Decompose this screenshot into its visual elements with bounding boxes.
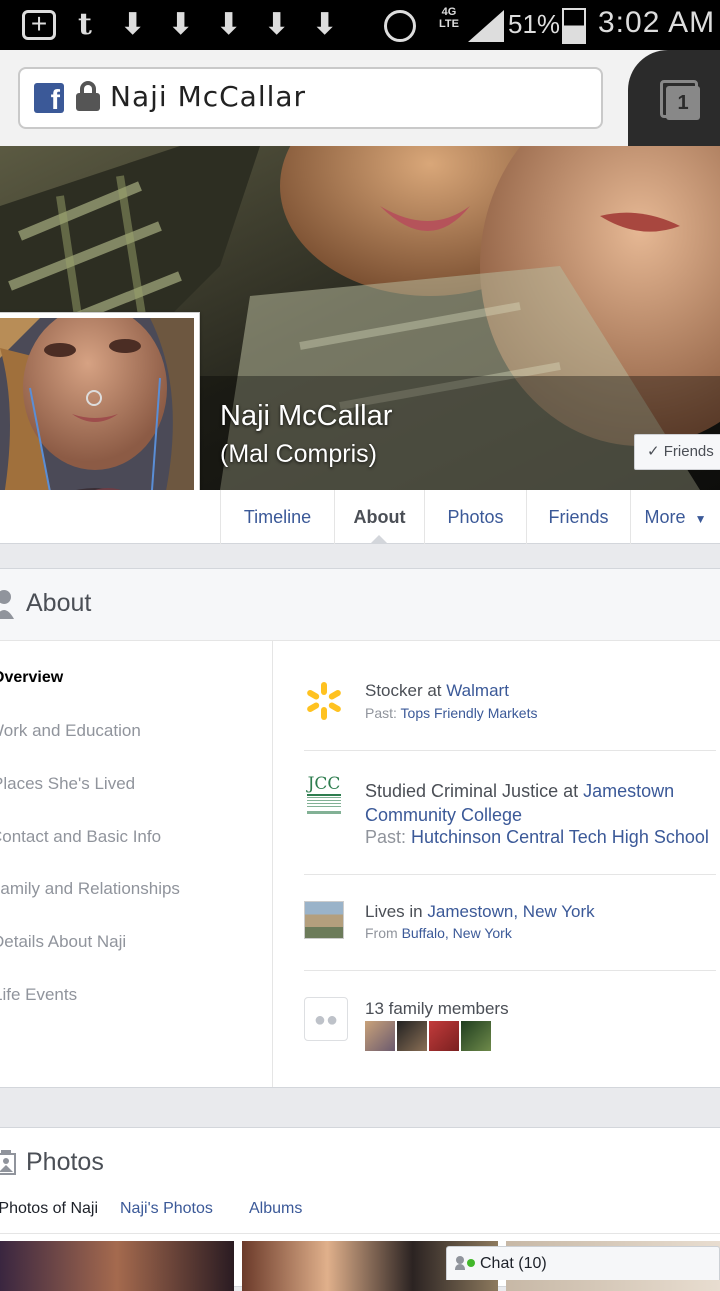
walmart-spark-icon [307, 682, 341, 720]
about-nav-details[interactable]: Details About Naji [0, 932, 126, 952]
chat-label: Chat (10) [480, 1255, 547, 1272]
download-icon: ⬇ [216, 8, 242, 41]
photos-tab-albums[interactable]: Albums [249, 1200, 302, 1218]
about-nav-life-events[interactable]: Life Events [0, 985, 77, 1005]
photos-tabs-underline [0, 1233, 720, 1234]
lock-icon [76, 81, 100, 111]
tab-timeline[interactable]: Timeline [220, 490, 334, 544]
divider [304, 970, 716, 971]
about-nav-contact-info[interactable]: Contact and Basic Info [0, 827, 161, 847]
online-indicator-icon [467, 1259, 475, 1267]
tabs-button[interactable]: 1 [628, 50, 720, 146]
notification-plus-icon: + [22, 10, 56, 40]
family-member-thumb[interactable] [429, 1021, 459, 1051]
work-past-line: Past: Tops Friendly Markets [365, 705, 537, 721]
photos-icon [0, 1150, 16, 1175]
past-employer-link[interactable]: Tops Friendly Markets [401, 705, 538, 721]
education-past-label: Past: [365, 827, 412, 847]
about-heading: About [26, 589, 92, 617]
about-nav-work-education[interactable]: Work and Education [0, 721, 141, 741]
address-bar[interactable]: f Naji McCallar [18, 67, 603, 129]
download-icon: ⬇ [168, 8, 194, 41]
family-member-thumb[interactable] [461, 1021, 491, 1051]
profile-alternate-name: (Mal Compris) [220, 440, 377, 468]
about-card: About Overview Work and Education Places… [0, 568, 720, 1088]
battery-percent: 51% [508, 9, 561, 39]
facebook-icon: f [34, 83, 64, 113]
tumblr-icon: t [78, 7, 92, 42]
tab-friends[interactable]: Friends [526, 490, 630, 544]
person-icon [0, 590, 14, 619]
status-bar: + t ⬇ ⬇ ⬇ ⬇ ⬇ 4G LTE 51% 3:02 AM [0, 0, 720, 50]
lives-line: Lives in Jamestown, New York [365, 902, 595, 922]
jcc-logo-text: JCC [307, 774, 341, 794]
signal-icon [468, 10, 504, 42]
city-thumbnail [304, 901, 344, 939]
tab-more[interactable]: More ▼ [630, 490, 720, 544]
about-nav-places-lived[interactable]: Places She's Lived [0, 774, 135, 794]
family-members-count[interactable]: 13 family members [365, 999, 509, 1019]
download-icon: ⬇ [312, 8, 338, 41]
browser-toolbar: f Naji McCallar 1 [0, 50, 720, 146]
download-icon: ⬇ [120, 8, 146, 41]
tab-more-label: More [644, 507, 686, 527]
chat-person-icon [455, 1256, 465, 1270]
profile-nav: Timeline About Photos Friends More ▼ [0, 490, 720, 544]
caret-down-icon: ▼ [694, 512, 707, 526]
group-icon: ●● [313, 1009, 339, 1031]
photos-heading: Photos [26, 1148, 104, 1176]
past-school-link[interactable]: Hutchinson Central Tech High School [411, 827, 709, 847]
network-type-label: 4G LTE [439, 6, 459, 30]
hometown-link[interactable]: Buffalo, New York [402, 925, 512, 941]
employer-link[interactable]: Walmart [446, 681, 509, 700]
work-line: Stocker at Walmart [365, 681, 509, 701]
photo-thumbnail[interactable] [0, 1241, 234, 1291]
profile-name: Naji McCallar [220, 400, 393, 432]
education-past-line: Past: Hutchinson Central Tech High Schoo… [365, 827, 709, 848]
alarm-icon [384, 10, 416, 42]
tab-count: 1 [666, 86, 700, 120]
from-line: From Buffalo, New York [365, 925, 512, 941]
download-icon: ⬇ [264, 8, 290, 41]
clock: 3:02 AM [598, 6, 716, 39]
work-past-label: Past: [365, 705, 401, 721]
chat-bar[interactable]: Chat (10) [446, 1246, 720, 1280]
profile-picture-image [0, 306, 194, 519]
family-member-thumb[interactable] [397, 1021, 427, 1051]
divider [304, 874, 716, 875]
about-nav-family-relationships[interactable]: Family and Relationships [0, 879, 180, 899]
battery-icon [562, 8, 586, 44]
about-nav-overview[interactable]: Overview [0, 669, 63, 687]
about-header: About [0, 569, 720, 641]
url-title: Naji McCallar [110, 80, 307, 113]
family-icon-box: ●● [304, 997, 348, 1041]
friends-button[interactable]: ✓ Friends [634, 434, 720, 470]
checkmark-icon: ✓ [647, 443, 660, 460]
divider [304, 750, 716, 751]
photos-tab-photos-of-label: Photos of Naji [0, 1200, 98, 1217]
active-tab-indicator [370, 535, 388, 544]
jcc-logo: JCC [304, 775, 344, 817]
tab-photos[interactable]: Photos [424, 490, 526, 544]
from-label: From [365, 925, 402, 941]
current-city-link[interactable]: Jamestown, New York [427, 902, 594, 921]
friends-button-label: Friends [663, 443, 714, 460]
about-nav: Overview Work and Education Places She's… [0, 641, 273, 1087]
family-member-thumb[interactable] [365, 1021, 395, 1051]
education-prefix: Studied Criminal Justice at [365, 781, 584, 801]
education-line: Studied Criminal Justice at Jamestown Co… [365, 779, 715, 827]
work-prefix: Stocker at [365, 681, 447, 700]
photos-tab-uploads[interactable]: Naji's Photos [120, 1200, 213, 1218]
photos-tab-photos-of[interactable]: Photos of Naji [0, 1200, 98, 1218]
lives-prefix: Lives in [365, 902, 428, 921]
